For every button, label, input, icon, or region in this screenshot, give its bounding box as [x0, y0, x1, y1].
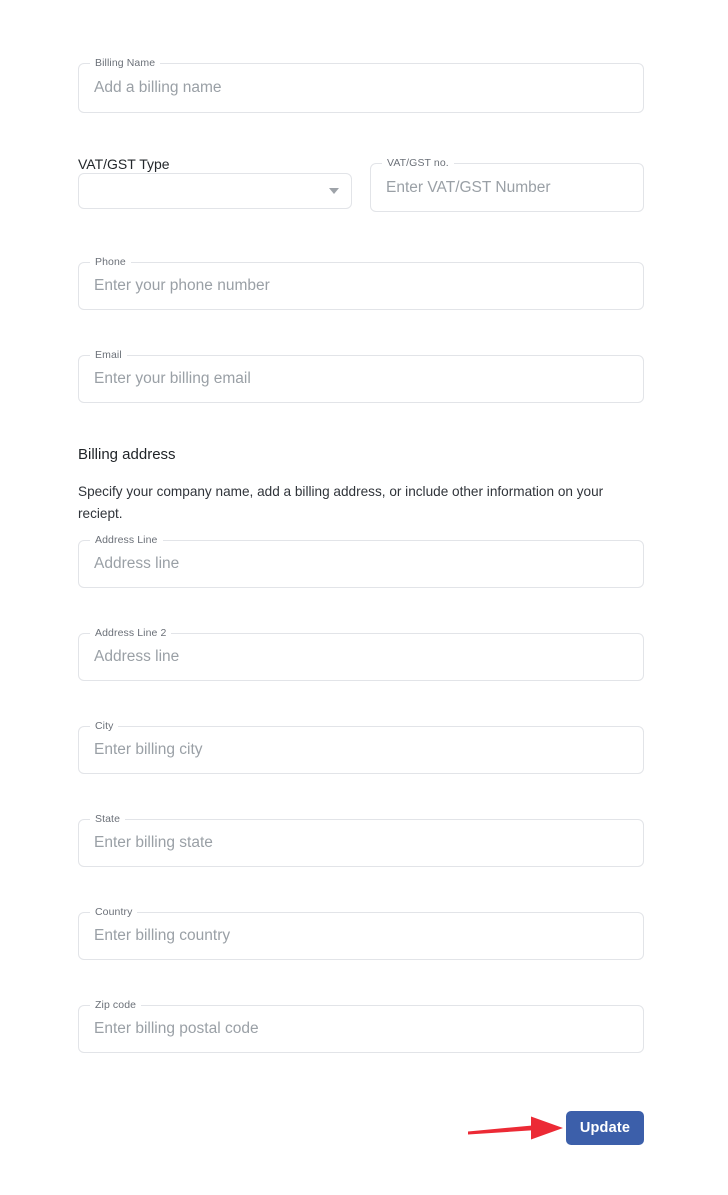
billing-settings-page: Billing Name Add a billing name VAT/GST … — [0, 0, 728, 1195]
vat-gst-number-label: VAT/GST no. — [382, 157, 454, 170]
address-line-2-field[interactable]: Address Line 2 Address line — [78, 627, 644, 681]
country-placeholder: Enter billing country — [94, 927, 231, 944]
vat-gst-type-label: VAT/GST Type — [78, 156, 170, 172]
zip-code-placeholder: Enter billing postal code — [94, 1020, 259, 1037]
state-label: State — [90, 813, 126, 826]
address-line-2-label: Address Line 2 — [90, 627, 172, 640]
vat-gst-number-placeholder: Enter VAT/GST Number — [386, 178, 551, 196]
state-field[interactable]: State Enter billing state — [78, 813, 644, 867]
billing-name-field[interactable]: Billing Name Add a billing name — [78, 57, 644, 113]
email-placeholder: Enter your billing email — [94, 370, 251, 387]
zip-code-label: Zip code — [90, 999, 142, 1012]
phone-label: Phone — [90, 256, 131, 269]
country-field[interactable]: Country Enter billing country — [78, 906, 644, 960]
billing-address-description: Specify your company name, add a billing… — [78, 484, 604, 521]
city-label: City — [90, 720, 119, 733]
zip-code-field[interactable]: Zip code Enter billing postal code — [78, 999, 644, 1053]
chevron-down-icon — [329, 188, 339, 194]
annotation-arrow-icon — [468, 1116, 563, 1140]
phone-field[interactable]: Phone Enter your phone number — [78, 256, 644, 310]
phone-placeholder: Enter your phone number — [94, 277, 270, 294]
billing-name-label: Billing Name — [90, 57, 161, 70]
email-label: Email — [90, 349, 127, 362]
vat-gst-number-field[interactable]: VAT/GST no. Enter VAT/GST Number — [370, 157, 644, 212]
address-line-2-placeholder: Address line — [94, 648, 180, 665]
address-line-field[interactable]: Address Line Address line — [78, 534, 644, 588]
country-label: Country — [90, 906, 138, 919]
address-line-placeholder: Address line — [94, 555, 180, 572]
address-line-label: Address Line — [90, 534, 163, 547]
city-placeholder: Enter billing city — [94, 741, 203, 758]
billing-address-title: Billing address — [78, 446, 176, 463]
state-placeholder: Enter billing state — [94, 834, 213, 851]
city-field[interactable]: City Enter billing city — [78, 720, 644, 774]
email-field[interactable]: Email Enter your billing email — [78, 349, 644, 403]
vat-gst-type-select[interactable] — [78, 173, 352, 209]
billing-name-placeholder: Add a billing name — [94, 79, 222, 96]
update-button[interactable]: Update — [566, 1111, 644, 1145]
